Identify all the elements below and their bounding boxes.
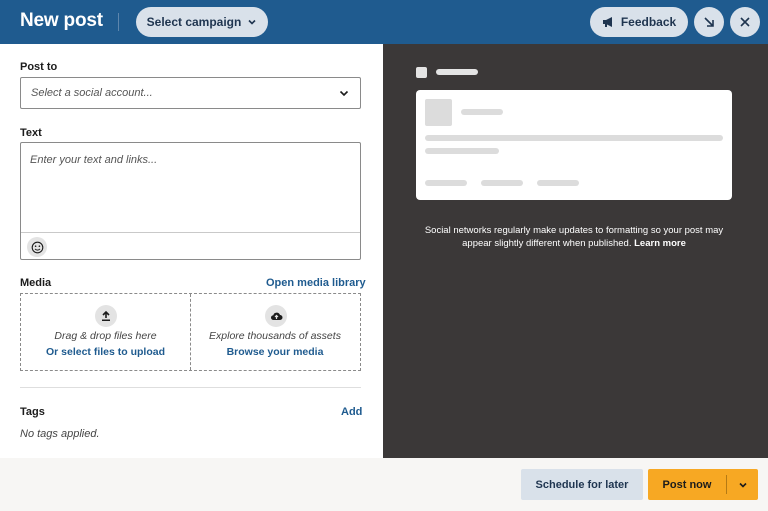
emoji-button[interactable] (27, 237, 47, 257)
megaphone-icon (602, 17, 612, 27)
no-tags-text: No tags applied. (20, 428, 100, 440)
post-now-button[interactable]: Post now (648, 469, 758, 500)
chevron-down-icon (248, 19, 256, 25)
tags-label: Tags (20, 406, 45, 418)
browse-media-link[interactable]: Browse your media (191, 346, 359, 358)
feedback-button[interactable]: Feedback (590, 7, 688, 37)
card-action-skeleton (425, 180, 467, 186)
minimize-arrow-icon (704, 17, 714, 27)
chevron-down-icon (339, 90, 349, 97)
preview-card (416, 90, 732, 200)
editor-panel: Post to Select a social account... Text … (0, 44, 383, 458)
open-media-library-link[interactable]: Open media library (266, 277, 366, 289)
media-dropzone: Drag & drop files here Or select files t… (20, 293, 361, 371)
post-text-field[interactable]: Enter your text and links... (20, 142, 361, 260)
header-divider (118, 13, 119, 31)
post-to-label: Post to (20, 61, 58, 73)
card-action-skeleton (537, 180, 579, 186)
cloud-upload-icon (265, 305, 287, 327)
close-icon (740, 17, 750, 27)
card-title-skeleton (461, 109, 503, 115)
learn-more-link[interactable]: Learn more (634, 238, 686, 249)
select-files-link[interactable]: Or select files to upload (21, 346, 190, 358)
select-campaign-label: Select campaign (146, 15, 242, 29)
schedule-for-later-button[interactable]: Schedule for later (521, 469, 643, 500)
text-label: Text (20, 127, 42, 139)
post-now-label[interactable]: Post now (648, 469, 726, 500)
preview-name-skeleton (436, 69, 478, 75)
close-button[interactable] (730, 7, 760, 37)
emoji-icon (31, 241, 43, 253)
preview-avatar-skeleton (416, 67, 427, 78)
preview-panel: Social networks regularly make updates t… (383, 44, 768, 458)
footer-bar: Schedule for later Post now (0, 458, 768, 511)
social-account-select[interactable]: Select a social account... (20, 77, 361, 109)
chevron-down-icon (738, 482, 747, 488)
upload-area[interactable]: Drag & drop files here Or select files t… (21, 294, 190, 370)
media-label: Media (20, 277, 52, 289)
card-text-skeleton (425, 148, 499, 154)
header-bar: New post Select campaign Feedback (0, 0, 768, 44)
card-action-skeleton (481, 180, 523, 186)
text-toolbar-divider (21, 232, 360, 233)
preview-note: Social networks regularly make updates t… (416, 224, 732, 250)
post-options-dropdown[interactable] (727, 469, 758, 500)
section-divider (20, 387, 361, 388)
drag-drop-text: Drag & drop files here (54, 330, 157, 342)
feedback-label: Feedback (620, 15, 677, 29)
page-title: New post (20, 10, 103, 31)
explore-assets-area[interactable]: Explore thousands of assets Browse your … (190, 294, 359, 370)
card-image-skeleton (425, 99, 452, 126)
post-text-placeholder: Enter your text and links... (30, 154, 158, 166)
card-text-skeleton (425, 135, 723, 141)
upload-icon (95, 305, 117, 327)
select-campaign-button[interactable]: Select campaign (136, 7, 268, 37)
minimize-button[interactable] (694, 7, 724, 37)
explore-assets-text: Explore thousands of assets (209, 330, 341, 342)
social-account-placeholder: Select a social account... (31, 87, 153, 99)
add-tag-link[interactable]: Add (341, 406, 362, 418)
